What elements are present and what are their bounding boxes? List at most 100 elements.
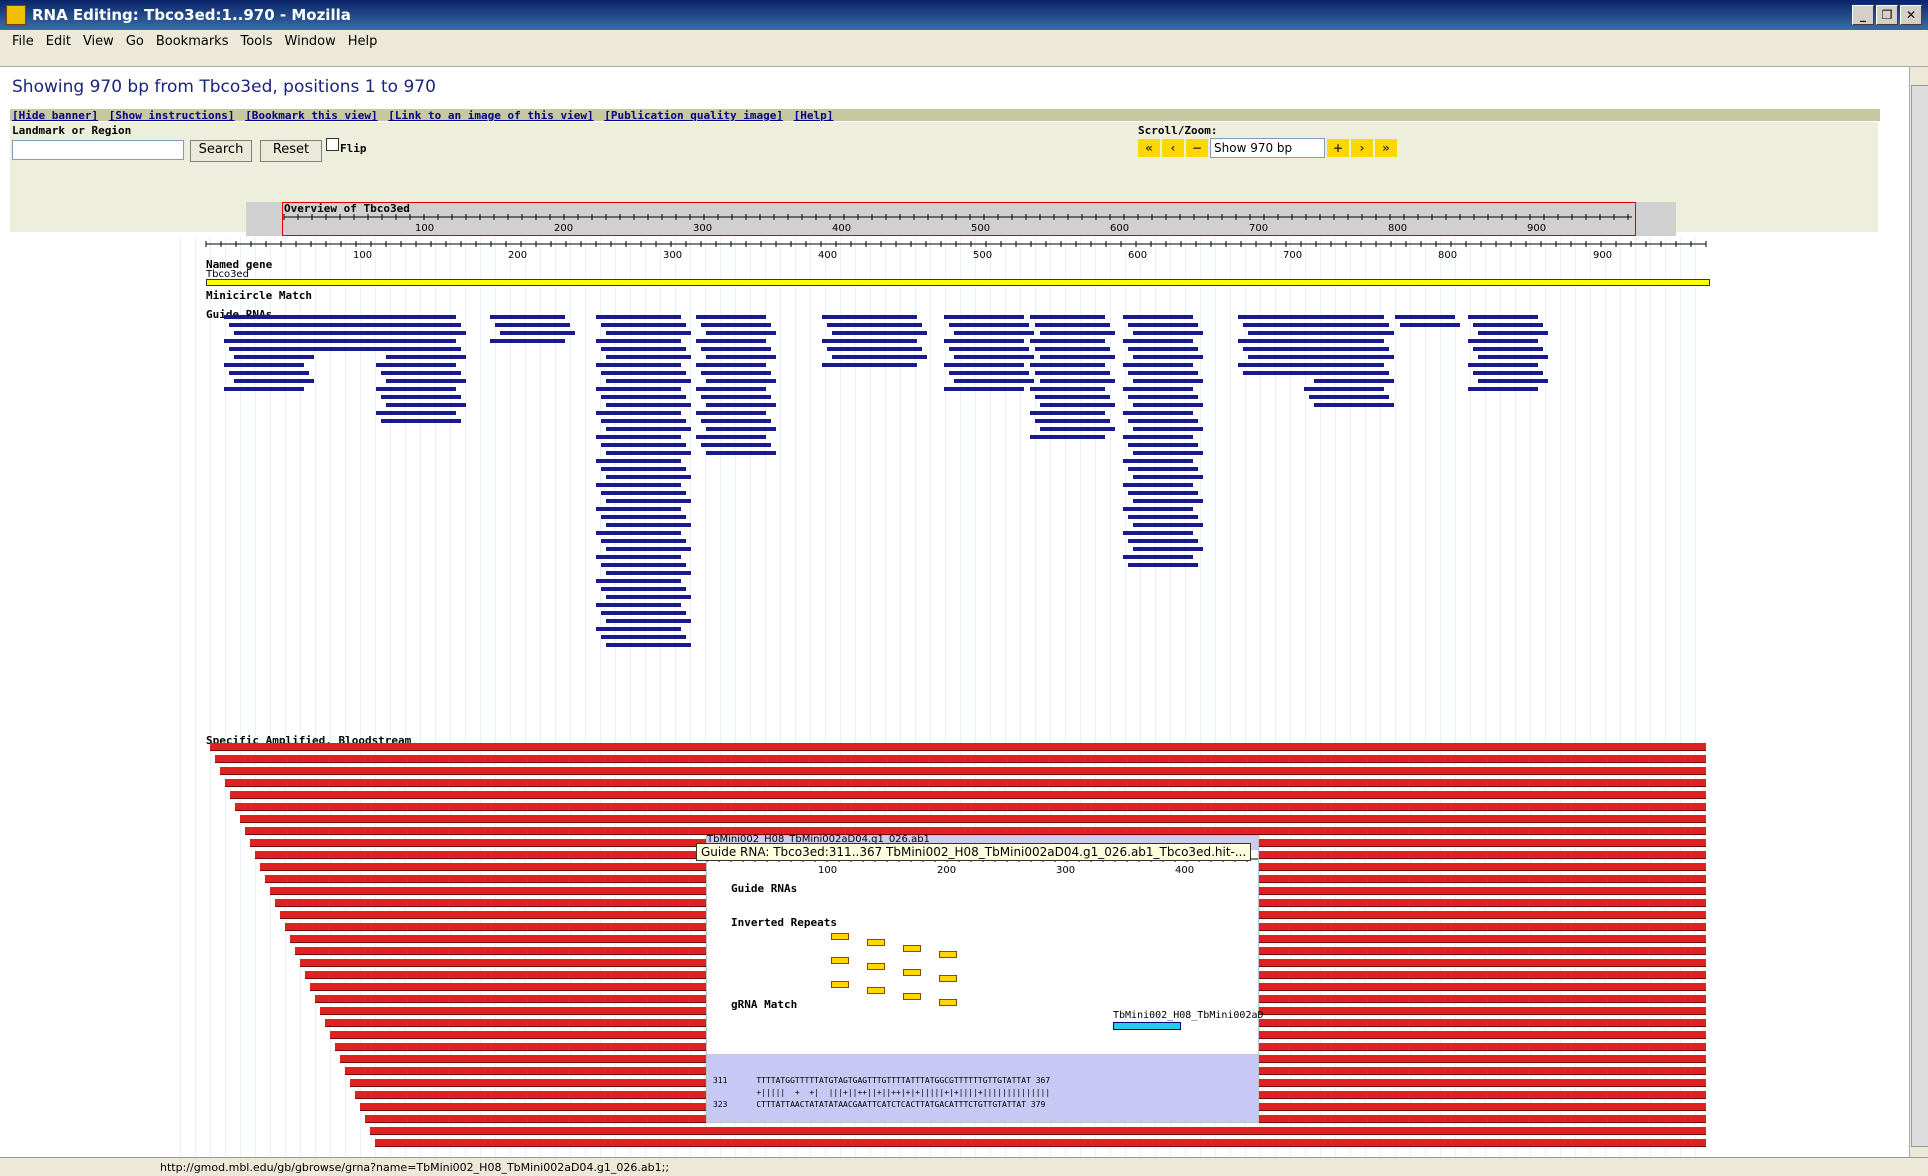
menu-view[interactable]: View	[83, 34, 114, 49]
guide-rna-bar[interactable]	[601, 347, 686, 351]
guide-rna-bar[interactable]	[1040, 379, 1115, 383]
guide-rna-bar[interactable]	[1478, 331, 1548, 335]
scroll-right-far-icon[interactable]: »	[1375, 139, 1397, 157]
guide-rna-bar[interactable]	[381, 395, 461, 399]
guide-rna-bar[interactable]	[1133, 547, 1203, 551]
guide-rna-bar[interactable]	[606, 571, 691, 575]
guide-rna-bar[interactable]	[1243, 371, 1313, 375]
guide-rna-bar[interactable]	[500, 331, 575, 335]
guide-rna-bar[interactable]	[601, 443, 686, 447]
guide-rna-bar[interactable]	[1123, 315, 1193, 319]
guide-rna-bar[interactable]	[1123, 555, 1193, 559]
guide-rna-bar[interactable]	[1309, 323, 1389, 327]
guide-rna-bar[interactable]	[1123, 531, 1193, 535]
inverted-repeat-mark[interactable]	[939, 975, 957, 982]
guide-rna-bar[interactable]	[234, 379, 314, 383]
guide-rna-bar[interactable]	[706, 379, 776, 383]
guide-rna-bar[interactable]	[1030, 387, 1105, 391]
guide-rna-bar[interactable]	[1400, 323, 1460, 327]
guide-rna-bar[interactable]	[949, 371, 1029, 375]
guide-rna-bar[interactable]	[606, 595, 691, 599]
inverted-repeat-mark[interactable]	[867, 963, 885, 970]
guide-rna-bar[interactable]	[1030, 411, 1105, 415]
search-button[interactable]: Search	[190, 140, 252, 162]
guide-rna-bar[interactable]	[1133, 403, 1203, 407]
guide-rna-bar[interactable]	[1128, 467, 1198, 471]
guide-rna-bar[interactable]	[596, 459, 681, 463]
guide-rna-bar[interactable]	[1468, 363, 1538, 367]
guide-rna-bar[interactable]	[601, 323, 686, 327]
guide-rna-bar[interactable]	[386, 379, 466, 383]
inverted-repeat-mark[interactable]	[867, 939, 885, 946]
grna-match-bar[interactable]	[1113, 1022, 1181, 1030]
guide-rna-bar[interactable]	[596, 483, 681, 487]
guide-rna-bar[interactable]	[1123, 339, 1193, 343]
inverted-repeat-mark[interactable]	[903, 969, 921, 976]
guide-rna-bar[interactable]	[1304, 315, 1384, 319]
guide-rna-bar[interactable]	[601, 563, 686, 567]
guide-rna-bar[interactable]	[1133, 523, 1203, 527]
guide-rna-bar[interactable]	[601, 515, 686, 519]
help-link[interactable]: [Help]	[794, 109, 834, 122]
guide-rna-bar[interactable]	[1030, 435, 1105, 439]
guide-rna-bar[interactable]	[1030, 363, 1105, 367]
guide-rna-bar[interactable]	[822, 363, 917, 367]
bookmark-view-link[interactable]: [Bookmark this view]	[245, 109, 377, 122]
guide-rna-bar[interactable]	[1030, 315, 1105, 319]
guide-rna-bar[interactable]	[601, 539, 686, 543]
guide-rna-bar[interactable]	[606, 379, 691, 383]
guide-rna-bar[interactable]	[606, 475, 691, 479]
guide-rna-bar[interactable]	[1304, 387, 1384, 391]
guide-rna-bar[interactable]	[1040, 427, 1115, 431]
guide-rna-bar[interactable]	[596, 339, 681, 343]
guide-rna-bar[interactable]	[822, 339, 917, 343]
guide-rna-bar[interactable]	[224, 387, 304, 391]
guide-rna-bar[interactable]	[1040, 355, 1115, 359]
guide-rna-bar[interactable]	[386, 355, 466, 359]
vertical-scrollbar[interactable]	[1909, 67, 1928, 1162]
flip-checkbox[interactable]	[326, 138, 339, 151]
guide-rna-bar[interactable]	[1468, 387, 1538, 391]
guide-rna-bar[interactable]	[1128, 539, 1198, 543]
amplified-read-bar[interactable]	[225, 779, 1706, 787]
guide-rna-bar[interactable]	[696, 315, 766, 319]
guide-rna-bar[interactable]	[1468, 339, 1538, 343]
publication-image-link[interactable]: [Publication quality image]	[604, 109, 783, 122]
guide-rna-bar[interactable]	[1133, 475, 1203, 479]
guide-rna-bar[interactable]	[701, 371, 771, 375]
inverted-repeat-mark[interactable]	[831, 933, 849, 940]
guide-rna-bar[interactable]	[1248, 331, 1318, 335]
guide-rna-bar[interactable]	[381, 323, 461, 327]
guide-rna-bar[interactable]	[827, 323, 922, 327]
amplified-read-bar[interactable]	[375, 1139, 1706, 1147]
guide-rna-bar[interactable]	[1035, 395, 1110, 399]
guide-rna-bar[interactable]	[1123, 507, 1193, 511]
guide-rna-bar[interactable]	[706, 427, 776, 431]
guide-rna-bar[interactable]	[596, 435, 681, 439]
guide-rna-bar[interactable]	[1304, 363, 1384, 367]
menu-tools[interactable]: Tools	[240, 34, 272, 49]
guide-rna-bar[interactable]	[701, 395, 771, 399]
guide-rna-bar[interactable]	[1133, 331, 1203, 335]
guide-rna-bar[interactable]	[376, 411, 456, 415]
guide-rna-bar[interactable]	[596, 387, 681, 391]
menu-window[interactable]: Window	[285, 34, 336, 49]
guide-rna-bar[interactable]	[601, 371, 686, 375]
amplified-read-bar[interactable]	[370, 1127, 1706, 1135]
guide-rna-bar[interactable]	[606, 643, 691, 647]
gene-bar[interactable]	[206, 279, 1710, 286]
guide-rna-bar[interactable]	[1133, 427, 1203, 431]
guide-rna-bar[interactable]	[1314, 379, 1394, 383]
guide-rna-bar[interactable]	[1128, 419, 1198, 423]
guide-rna-bar[interactable]	[822, 315, 917, 319]
guide-rna-bar[interactable]	[606, 427, 691, 431]
guide-rna-bar[interactable]	[596, 531, 681, 535]
guide-rna-bar[interactable]	[291, 315, 381, 319]
inverted-repeat-mark[interactable]	[831, 981, 849, 988]
inverted-repeat-mark[interactable]	[939, 999, 957, 1006]
guide-rna-bar[interactable]	[596, 411, 681, 415]
guide-rna-bar[interactable]	[381, 419, 461, 423]
guide-rna-bar[interactable]	[1035, 347, 1110, 351]
guide-rna-bar[interactable]	[1123, 411, 1193, 415]
guide-rna-bar[interactable]	[1040, 331, 1115, 335]
